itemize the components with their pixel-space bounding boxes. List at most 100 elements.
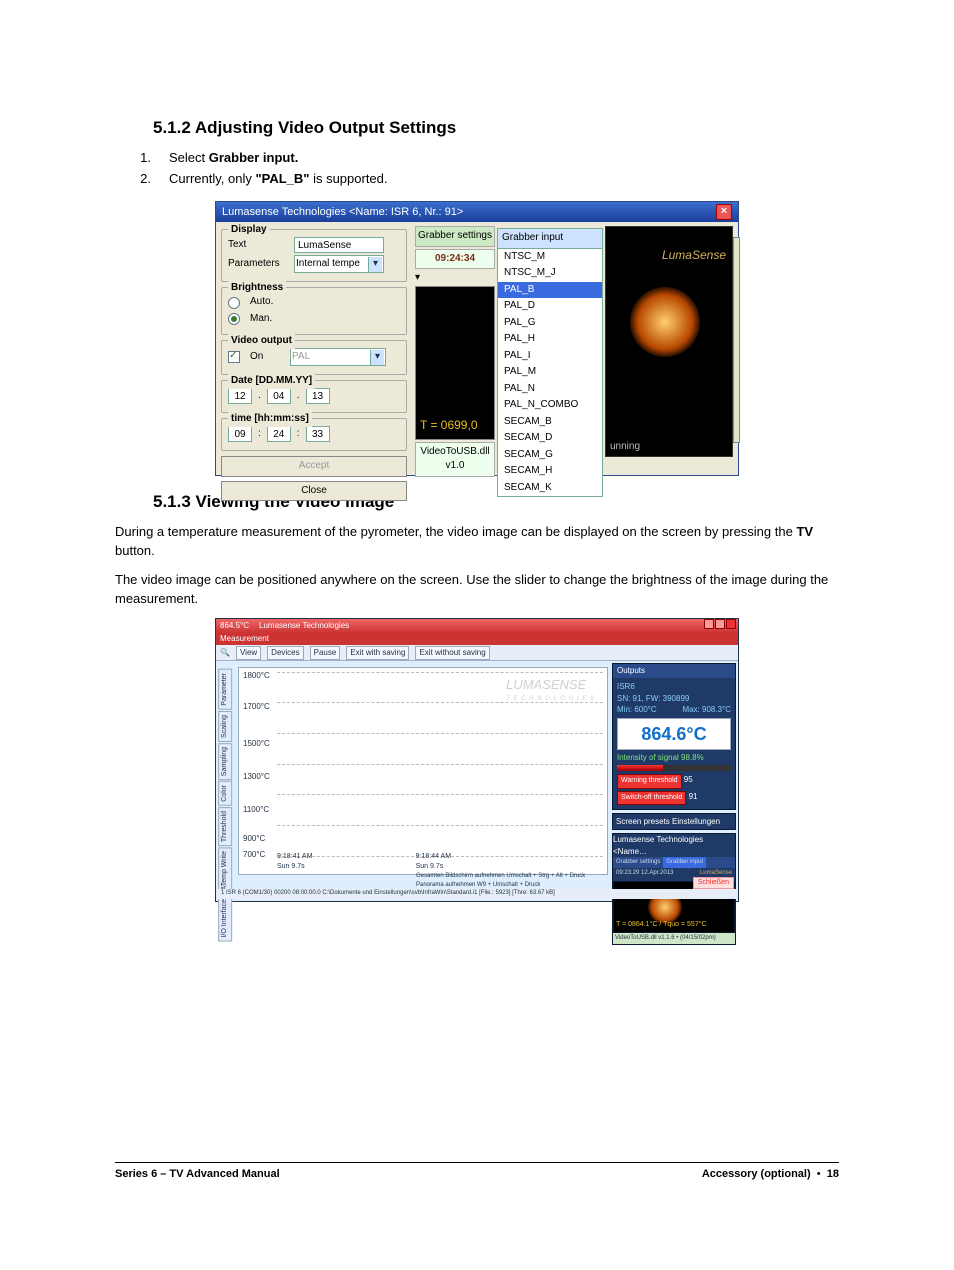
- page-number: 18: [827, 1168, 839, 1180]
- device-name: ISR6: [617, 681, 731, 693]
- grabber-input-menu[interactable]: Grabber input NTSC_M NTSC_M_J PAL_B PAL_…: [497, 228, 603, 497]
- menu-header[interactable]: Grabber input: [498, 229, 602, 249]
- toolbar-exit-save[interactable]: Exit with saving: [346, 646, 409, 660]
- maximize-icon[interactable]: [715, 619, 725, 629]
- parameters-select[interactable]: Internal tempe▾: [294, 255, 384, 273]
- toolbar-exit-nosave[interactable]: Exit without saving: [415, 646, 489, 660]
- card-header[interactable]: Outputs: [613, 664, 735, 678]
- footer-left: Series 6 – TV Advanced Manual: [115, 1167, 280, 1183]
- toolbar-devices[interactable]: Devices: [267, 646, 303, 660]
- close-icon[interactable]: [726, 619, 736, 629]
- vtab[interactable]: Parameter: [218, 669, 232, 710]
- plot-area[interactable]: 1800°C 1700°C 1500°C 1300°C 1100°C 900°C…: [238, 667, 608, 875]
- list-item-1: 1. Select Grabber input.: [137, 149, 839, 168]
- checkbox-on[interactable]: [228, 351, 240, 363]
- value: 95: [684, 775, 693, 784]
- date-day[interactable]: 12: [228, 388, 252, 404]
- mid-column: Grabber settings 09:24:34 ▾ T = 0699,0 V…: [415, 226, 495, 479]
- toolbar[interactable]: 🔍 View Devices Pause Exit with saving Ex…: [216, 645, 738, 661]
- chevron-down-icon[interactable]: ▾: [415, 271, 495, 286]
- toolbar-pause[interactable]: Pause: [310, 646, 341, 660]
- mini-tab-active[interactable]: Grabber input: [663, 857, 706, 868]
- close-button[interactable]: Close: [221, 481, 407, 502]
- menu-item[interactable]: PAL_H: [498, 331, 602, 348]
- switchoff-threshold-button[interactable]: Switch-off threshold: [617, 791, 686, 805]
- search-icon[interactable]: 🔍: [220, 647, 230, 659]
- date-month[interactable]: 04: [267, 388, 291, 404]
- titlebar-app: Lumasense Technologies: [259, 619, 349, 633]
- status-bar: 1 ISR 6 (COM1/30) 00200 08:00:00.0 C:\Do…: [218, 889, 736, 899]
- menu-item[interactable]: PAL_N_COMBO: [498, 397, 602, 414]
- text-input[interactable]: LumaSense: [294, 237, 384, 253]
- xtick: 9:18:41 AMSun 9.7s: [277, 852, 312, 872]
- vtab[interactable]: I/O Interface: [218, 895, 232, 942]
- ordered-list: 1. Select Grabber input. 2. Currently, o…: [137, 149, 839, 190]
- vtab[interactable]: Scaling: [218, 711, 232, 742]
- mini-tab[interactable]: Grabber settings: [613, 857, 663, 868]
- pal-select[interactable]: PAL▾: [290, 348, 386, 366]
- grabber-settings-tab[interactable]: Grabber settings: [415, 226, 495, 247]
- label: Man.: [250, 312, 272, 327]
- status-text: unning: [610, 440, 640, 455]
- close-icon[interactable]: ×: [716, 204, 732, 220]
- brightness-slider[interactable]: [733, 237, 740, 443]
- chevron-down-icon[interactable]: ▾: [368, 257, 382, 272]
- menubar[interactable]: Measurement: [216, 633, 738, 645]
- menu-item[interactable]: SECAM_H: [498, 463, 602, 480]
- menu-item[interactable]: PAL_G: [498, 315, 602, 332]
- toolbar-view[interactable]: View: [236, 646, 261, 660]
- accept-button[interactable]: Accept: [221, 456, 407, 477]
- time-hour[interactable]: 09: [228, 426, 252, 442]
- vtab[interactable]: Sampling: [218, 743, 232, 780]
- menu-item[interactable]: SECAM_D: [498, 430, 602, 447]
- minimize-icon[interactable]: [704, 619, 714, 629]
- legend: time [hh:mm:ss]: [228, 412, 312, 427]
- vtab[interactable]: Color: [218, 781, 232, 806]
- mini-clock: 09:23:29 12.Apr.2013: [616, 869, 673, 878]
- window-titlebar[interactable]: Lumasense Technologies <Name: ISR 6, Nr.…: [216, 202, 738, 222]
- menu-item[interactable]: PAL_D: [498, 298, 602, 315]
- menu-item[interactable]: NTSC_M_J: [498, 265, 602, 282]
- chevron-down-icon[interactable]: ▾: [370, 350, 384, 365]
- radio-auto[interactable]: [228, 297, 240, 309]
- right-panel: Outputs ISR6 SN: 91, FW: 390899 Min: 600…: [612, 663, 736, 897]
- menu-item[interactable]: SECAM_G: [498, 447, 602, 464]
- window-buttons[interactable]: [704, 619, 736, 629]
- menu-item[interactable]: PAL_N: [498, 381, 602, 398]
- paragraph: The video image can be positioned anywhe…: [115, 571, 839, 609]
- close-caption-button[interactable]: Schließen: [693, 877, 734, 889]
- bullet-icon: •: [817, 1168, 821, 1180]
- radio-man[interactable]: [228, 313, 240, 325]
- date-year[interactable]: 13: [306, 388, 330, 404]
- app-titlebar[interactable]: 864.5°C Lumasense Technologies: [216, 619, 738, 633]
- txt: During a temperature measurement of the …: [115, 524, 796, 539]
- warning-threshold-button[interactable]: Warning threshold: [617, 774, 682, 788]
- legend: Video output: [228, 334, 295, 349]
- legend: Brightness: [228, 281, 286, 296]
- vertical-tabs[interactable]: Parameter Scaling Sampling Color Thresho…: [218, 669, 236, 873]
- txt: Currently, only: [169, 171, 255, 186]
- date-fieldset: Date [DD.MM.YY] 12. 04. 13: [221, 380, 407, 413]
- value: 91: [689, 792, 698, 801]
- titlebar-temp: 864.5°C: [220, 619, 249, 633]
- menu-item-selected[interactable]: PAL_B: [498, 282, 602, 299]
- time-sec[interactable]: 33: [306, 426, 330, 442]
- ytick: 900°C: [243, 833, 265, 845]
- time-fieldset: time [hh:mm:ss] 09: 24: 33: [221, 418, 407, 451]
- time-min[interactable]: 24: [267, 426, 291, 442]
- txt: Select: [169, 150, 209, 165]
- vtab[interactable]: Threshold: [218, 807, 232, 846]
- vtab[interactable]: ATemp Write: [218, 847, 232, 894]
- ytick: 1800°C: [243, 670, 270, 682]
- menu-item[interactable]: SECAM_K: [498, 480, 602, 497]
- menu-item[interactable]: PAL_I: [498, 348, 602, 365]
- menu-item[interactable]: PAL_M: [498, 364, 602, 381]
- mini-titlebar[interactable]: Lumasense Technologies <Name…: [613, 834, 735, 857]
- outputs-card: Outputs ISR6 SN: 91, FW: 390899 Min: 600…: [612, 663, 736, 809]
- menu-item[interactable]: SECAM_B: [498, 414, 602, 431]
- plot-grid: LUMASENSE T E C H N O L O G I E S: [277, 672, 603, 856]
- txt: is supported.: [309, 171, 387, 186]
- presets-card[interactable]: Screen presets Einstellungen: [612, 813, 736, 831]
- txt: Accessory (optional): [702, 1168, 811, 1180]
- menu-item[interactable]: NTSC_M: [498, 249, 602, 266]
